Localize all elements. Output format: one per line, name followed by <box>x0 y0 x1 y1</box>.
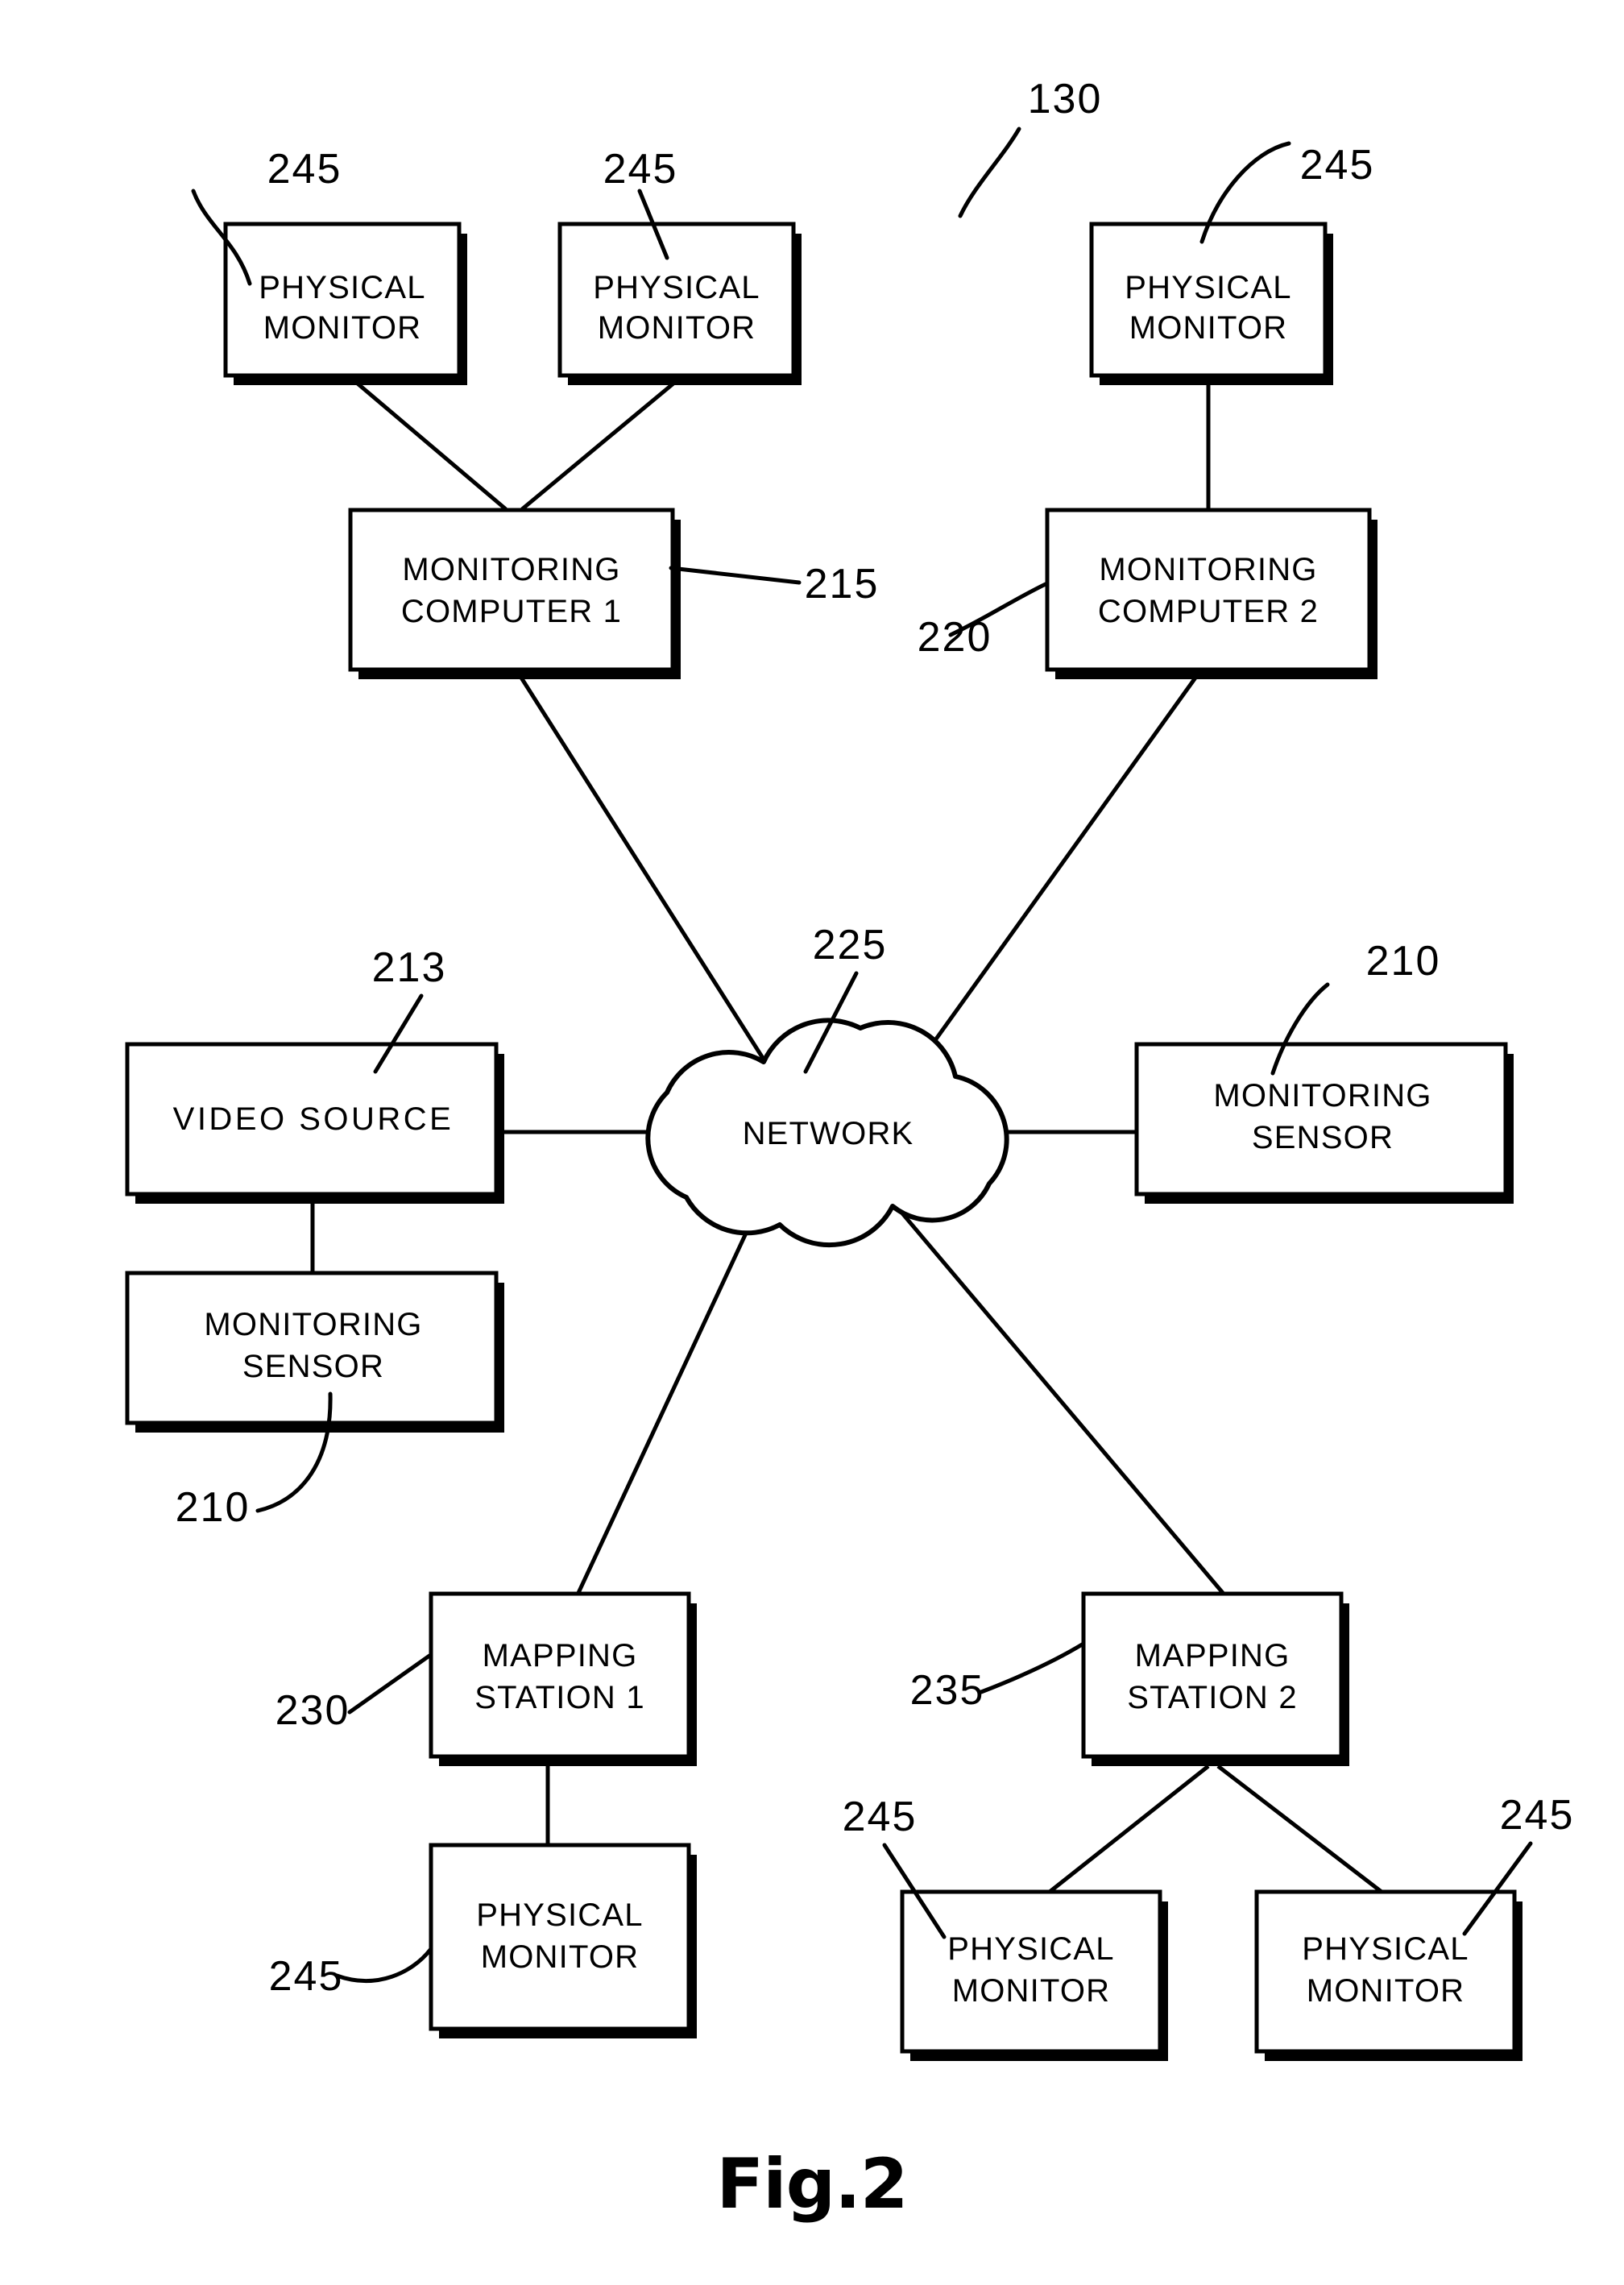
box-outline <box>429 1591 691 1759</box>
node-label-line1: MONITORING <box>1213 1078 1431 1113</box>
node-physical-monitor-bottom-3[interactable]: PHYSICAL MONITOR <box>1254 1889 1522 2061</box>
leader-235-map2 <box>979 1641 1086 1694</box>
connector-map2-pmbot3 <box>1216 1765 1383 1893</box>
connector-network-map2 <box>893 1202 1224 1595</box>
node-monitoring-computer-2[interactable]: MONITORING COMPUTER 2 <box>1045 508 1378 679</box>
box-outline <box>1081 1591 1344 1759</box>
ref-num-245-pm1: 245 <box>267 146 342 193</box>
box-outline <box>900 1889 1162 2054</box>
box-outline <box>348 508 675 672</box>
ref-num-245-pmbot2: 245 <box>843 1794 918 1840</box>
node-label-line2: STATION 2 <box>1127 1680 1298 1715</box>
node-label-line2: MONITOR <box>481 1939 640 1975</box>
node-monitoring-computer-1[interactable]: MONITORING COMPUTER 1 <box>348 508 681 679</box>
connector-map2-pmbot2 <box>1048 1765 1210 1893</box>
ref-num-210-sensorleft: 210 <box>176 1484 251 1531</box>
node-label-line1: MONITORING <box>204 1307 422 1342</box>
leader-215-mc1 <box>669 566 802 585</box>
node-physical-monitor-bottom-1[interactable]: PHYSICAL MONITOR <box>429 1843 697 2038</box>
node-label-line2: MONITOR <box>1129 310 1288 346</box>
node-label-line1: PHYSICAL <box>947 1931 1114 1967</box>
box-outline <box>125 1271 499 1425</box>
connector-mc1-network <box>513 667 768 1064</box>
connector-mc2-network <box>918 667 1204 1062</box>
node-label-line2: MONITOR <box>952 1973 1111 2009</box>
figure-caption: Fig.2 <box>716 2144 907 2225</box>
node-physical-monitor-top-1[interactable]: PHYSICAL MONITOR <box>223 222 467 385</box>
node-label-line2: SENSOR <box>1252 1120 1394 1155</box>
patent-figure: PHYSICAL MONITOR PHYSICAL MONITOR PHYSIC… <box>0 0 1624 2285</box>
connector-pm2-mc1 <box>520 374 685 511</box>
box-outline <box>1134 1042 1508 1196</box>
ref-num-245-pm2: 245 <box>603 146 678 193</box>
node-label-line1: MAPPING <box>1135 1638 1290 1673</box>
node-label-line1: PHYSICAL <box>1302 1931 1469 1967</box>
ref-num-225-network: 225 <box>813 922 888 968</box>
node-label-line2: MONITOR <box>598 310 756 346</box>
node-monitoring-sensor-left[interactable]: MONITORING SENSOR <box>125 1271 504 1433</box>
node-physical-monitor-top-3[interactable]: PHYSICAL MONITOR <box>1089 222 1333 385</box>
node-label-line2: MONITOR <box>263 310 422 346</box>
node-physical-monitor-top-2[interactable]: PHYSICAL MONITOR <box>557 222 802 385</box>
ref-num-245-pm3: 245 <box>1300 142 1375 189</box>
ref-num-230-map1: 230 <box>276 1687 350 1734</box>
node-label-line1: MONITORING <box>402 552 620 587</box>
node-monitoring-sensor-right[interactable]: MONITORING SENSOR <box>1134 1042 1514 1204</box>
ref-num-130-system: 130 <box>1028 76 1103 122</box>
connector-pm1-mc1 <box>346 374 508 511</box>
network-architecture-diagram: PHYSICAL MONITOR PHYSICAL MONITOR PHYSIC… <box>125 76 1575 2225</box>
ref-num-245-pmbot3: 245 <box>1500 1792 1575 1839</box>
ref-num-213-videosource: 213 <box>372 944 447 991</box>
ref-num-220-mc2: 220 <box>918 614 992 661</box>
ref-num-235-map2: 235 <box>910 1667 985 1714</box>
node-label-line1: PHYSICAL <box>476 1897 643 1933</box>
node-physical-monitor-bottom-2[interactable]: PHYSICAL MONITOR <box>900 1889 1168 2061</box>
node-label-line1: PHYSICAL <box>1125 270 1291 305</box>
node-label-line2: COMPUTER 1 <box>401 594 622 629</box>
node-label-line2: STATION 1 <box>474 1680 645 1715</box>
connector-network-map1 <box>576 1201 763 1595</box>
leader-130-system <box>958 126 1021 218</box>
node-label-line1: MONITORING <box>1099 552 1317 587</box>
box-outline <box>429 1843 691 2031</box>
node-mapping-station-2[interactable]: MAPPING STATION 2 <box>1081 1591 1349 1766</box>
node-label-line1: MAPPING <box>483 1638 638 1673</box>
ref-num-215-mc1: 215 <box>805 561 880 608</box>
node-label-line1: PHYSICAL <box>259 270 425 305</box>
node-label-line1: PHYSICAL <box>593 270 760 305</box>
leader-245-pmbot1 <box>334 1947 433 1984</box>
node-video-source[interactable]: VIDEO SOURCE <box>125 1042 504 1204</box>
node-label-line2: COMPUTER 2 <box>1098 594 1319 629</box>
node-label-line1: VIDEO SOURCE <box>173 1101 454 1137</box>
leader-230-map1 <box>347 1653 432 1715</box>
ref-num-245-pmbot1: 245 <box>269 1953 344 2000</box>
node-label-line1: NETWORK <box>743 1116 914 1151</box>
node-label-line2: MONITOR <box>1307 1973 1465 2009</box>
box-outline <box>1045 508 1372 672</box>
ref-num-210-sensorright: 210 <box>1366 938 1441 985</box>
node-mapping-station-1[interactable]: MAPPING STATION 1 <box>429 1591 697 1766</box>
node-network-cloud[interactable]: NETWORK <box>645 1018 1009 1248</box>
node-label-line2: SENSOR <box>242 1349 384 1384</box>
